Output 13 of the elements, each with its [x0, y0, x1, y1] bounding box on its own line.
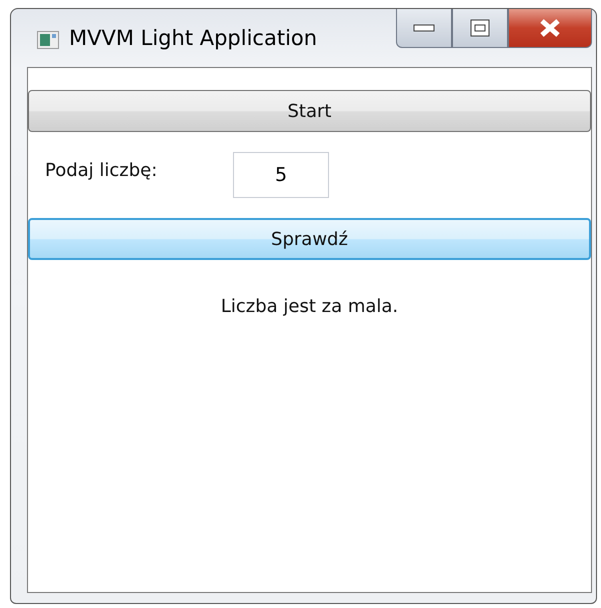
maximize-icon	[470, 19, 490, 37]
minimize-icon	[413, 24, 435, 32]
close-button[interactable]	[508, 9, 592, 48]
check-button[interactable]: Sprawdź	[28, 218, 591, 260]
field-label: Podaj liczbę:	[45, 160, 158, 181]
start-button[interactable]: Start	[28, 90, 591, 132]
result-message: Liczba jest za mala.	[220, 296, 400, 317]
window-title: MVVM Light Application	[69, 26, 318, 50]
maximize-button[interactable]	[452, 9, 508, 48]
minimize-button[interactable]	[396, 9, 452, 48]
close-icon	[538, 18, 562, 38]
app-icon	[37, 31, 59, 49]
number-field[interactable]: 5	[233, 152, 329, 198]
